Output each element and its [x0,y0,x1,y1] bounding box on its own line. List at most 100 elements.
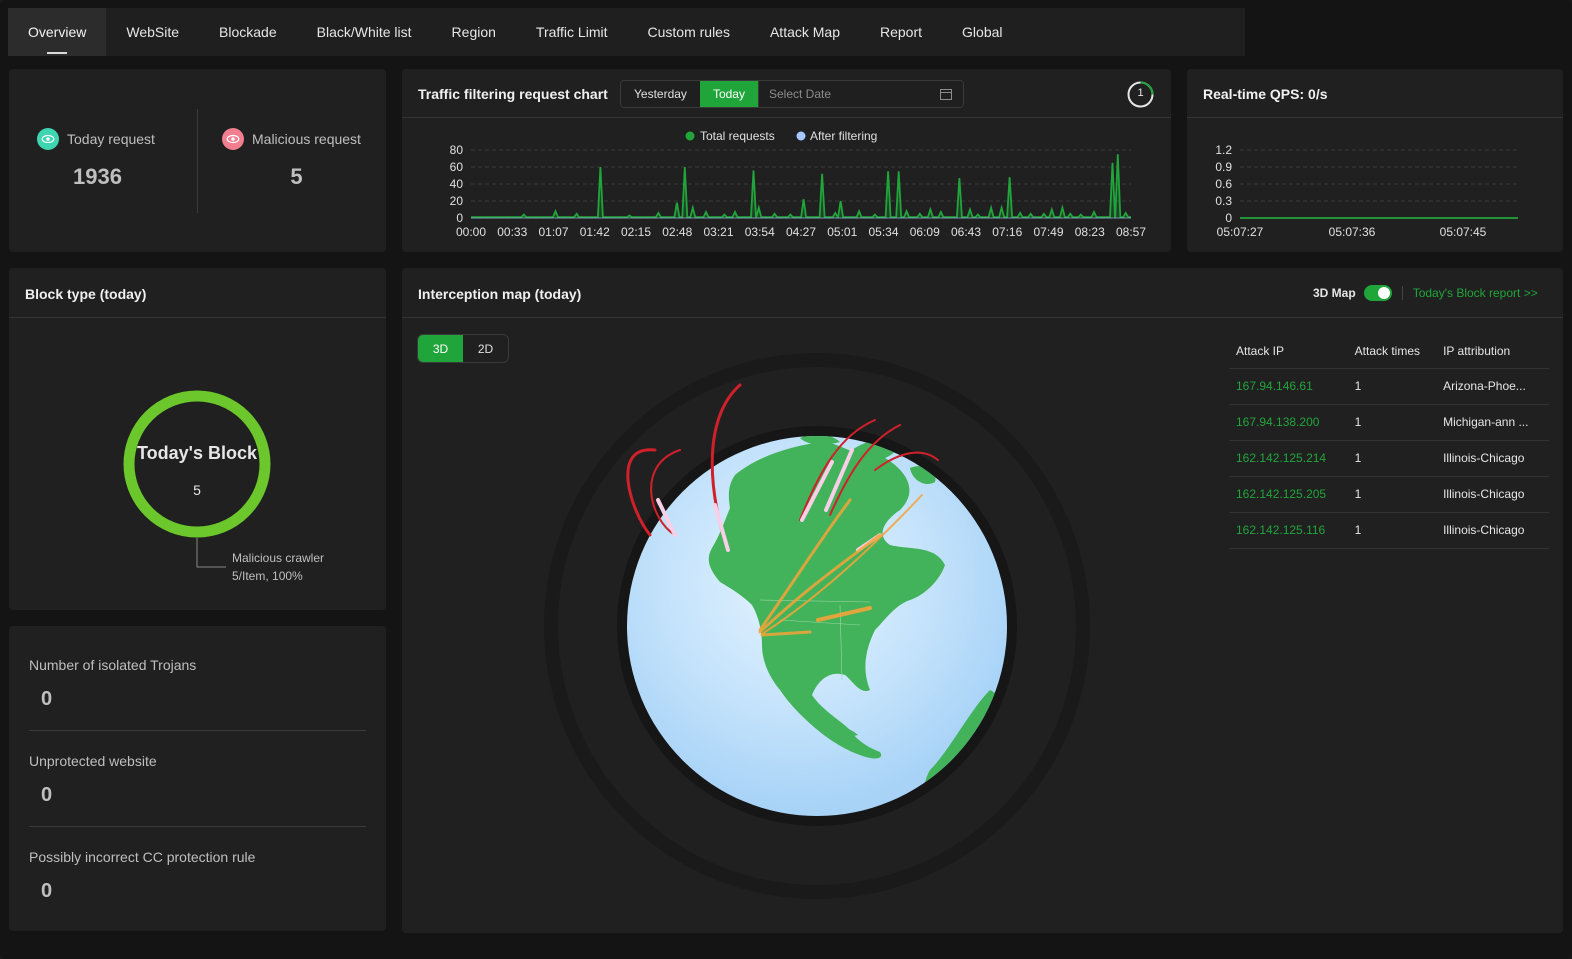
table-row: 162.142.125.116 1 Illinois-Chicago [1229,512,1549,549]
ip-attribution-cell: Illinois-Chicago [1436,512,1549,549]
map-controls: 3D Map Today's Block report >> [1313,285,1538,301]
panel-divider [402,317,1563,318]
malicious-request-value: 5 [290,164,303,189]
donut-center-value: 5 [193,482,201,498]
x-tick-label: 05:01 [827,225,857,239]
globe-3d-map[interactable] [540,350,1100,910]
qps-title: Real-time QPS: 0/s [1203,86,1328,102]
attack-times-cell: 1 [1347,512,1437,549]
refresh-countdown[interactable]: 1 [1126,80,1155,109]
column-header-ip-attribution[interactable]: IP attribution [1436,334,1549,369]
legend-marker-total [685,131,695,141]
metric-label: Unprotected website [29,753,157,769]
metric-label: Number of isolated Trojans [29,657,197,673]
y-tick-label: 60 [450,160,464,174]
x-tick-label: 07:16 [992,225,1022,239]
request-stats-panel: Today request 1936 Malicious request 5 [9,69,386,252]
tab-attack-map[interactable]: Attack Map [750,8,860,56]
metric-divider [29,826,366,827]
y-tick-label: 80 [450,143,464,157]
table-row: 167.94.146.61 1 Arizona-Phoe... [1229,368,1549,405]
table-row: 162.142.125.205 1 Illinois-Chicago [1229,476,1549,513]
map-view-toggle: 3D 2D [417,334,509,363]
calendar-icon [939,89,952,100]
x-tick-label: 05:07:27 [1217,225,1264,239]
ip-attribution-cell: Illinois-Chicago [1436,440,1549,477]
metric-value: 0 [41,784,53,806]
ip-attribution-cell: Michigan-ann ... [1436,404,1549,441]
series-line-total-requests [471,154,1131,219]
metric-incorrect-cc-rule: Possibly incorrect CC protection rule 0 [29,849,366,903]
attack-times-cell: 1 [1347,440,1437,477]
tab-bar: Overview WebSite Blockade Black/White list R… [8,8,1245,56]
x-tick-label: 05:07:36 [1329,225,1376,239]
callout-detail: 5/Item, 100% [232,569,303,583]
today-request-stat: Today request 1936 [37,128,155,190]
attack-ip-cell[interactable]: 162.142.125.116 [1229,512,1348,549]
today-request-value: 1936 [73,164,122,189]
3d-map-toggle[interactable] [1363,285,1392,301]
tab-region[interactable]: Region [432,8,516,56]
controls-divider [1401,286,1403,300]
x-tick-label: 05:34 [868,225,898,239]
tab-blockade[interactable]: Blockade [199,8,297,56]
ip-attribution-cell: Illinois-Chicago [1436,476,1549,513]
y-tick-label: 40 [450,177,464,191]
y-tick-label: 20 [450,194,464,208]
donut-center-title: Today's Block [137,443,257,463]
column-header-attack-ip[interactable]: Attack IP [1229,334,1348,369]
tab-global[interactable]: Global [942,8,1022,56]
x-tick-label: 08:23 [1075,225,1105,239]
attack-ip-cell[interactable]: 162.142.125.205 [1229,476,1348,513]
attack-times-cell: 1 [1347,476,1437,513]
attack-times-cell: 1 [1347,404,1437,441]
traffic-line-chart: Total requests After filtering 0 20 40 60 80 00… [450,129,1147,239]
y-tick-label: 0.3 [1215,194,1232,208]
tab-website[interactable]: WebSite [106,8,199,56]
eye-icon [37,128,59,150]
x-tick-label: 06:09 [910,225,940,239]
ip-attribution-cell: Arizona-Phoe... [1436,368,1549,405]
tab-bar-spacer [1245,8,1555,52]
tab-black-white-list[interactable]: Black/White list [297,8,432,56]
x-tick-label: 01:07 [538,225,568,239]
qps-line-chart: 0 0.3 0.6 0.9 1.2 05:07:27 05:07:36 05:07:45 [1215,143,1518,239]
callout-name: Malicious crawler [232,551,325,565]
date-picker-input[interactable]: Select Date [757,81,963,107]
x-tick-label: 08:57 [1116,225,1146,239]
tab-custom-rules[interactable]: Custom rules [628,8,750,56]
view-2d-button[interactable]: 2D [463,335,508,362]
interception-map-title: Interception map (today) [418,286,582,302]
today-button[interactable]: Today [699,81,758,107]
x-tick-label: 03:54 [745,225,775,239]
metric-label: Possibly incorrect CC protection rule [29,849,256,865]
block-report-link[interactable]: Today's Block report >> [1413,286,1538,300]
legend-marker-after-filter [796,131,806,141]
table-row: 167.94.138.200 1 Michigan-ann ... [1229,404,1549,441]
traffic-chart-title: Traffic filtering request chart [418,86,608,102]
date-range-selector: Yesterday Today Select Date [620,80,964,108]
x-tick-label: 03:21 [703,225,733,239]
legend-label-after-filter: After filtering [810,129,877,143]
metric-value: 0 [41,688,53,710]
attack-ip-cell[interactable]: 167.94.138.200 [1229,404,1348,441]
x-tick-label: 04:27 [786,225,816,239]
attack-ip-cell[interactable]: 167.94.146.61 [1229,368,1348,405]
date-placeholder: Select Date [768,87,832,101]
x-tick-label: 07:49 [1033,225,1063,239]
tab-report[interactable]: Report [860,8,942,56]
table-header-row: Attack IP Attack times IP attribution [1229,334,1549,369]
tab-overview[interactable]: Overview [8,8,107,56]
attack-ip-table: Attack IP Attack times IP attribution 16… [1229,334,1549,549]
view-3d-button[interactable]: 3D [418,335,463,362]
stats-divider [197,109,198,213]
today-request-label: Today request [67,131,155,147]
column-header-attack-times[interactable]: Attack times [1347,334,1437,369]
yesterday-button[interactable]: Yesterday [621,81,700,107]
donut-slice-malicious-crawler [123,390,271,538]
series-area-total-requests [471,154,1131,218]
attack-ip-cell[interactable]: 162.142.125.214 [1229,440,1348,477]
malicious-request-stat: Malicious request 5 [222,128,361,190]
x-tick-label: 00:33 [497,225,527,239]
tab-traffic-limit[interactable]: Traffic Limit [516,8,628,56]
